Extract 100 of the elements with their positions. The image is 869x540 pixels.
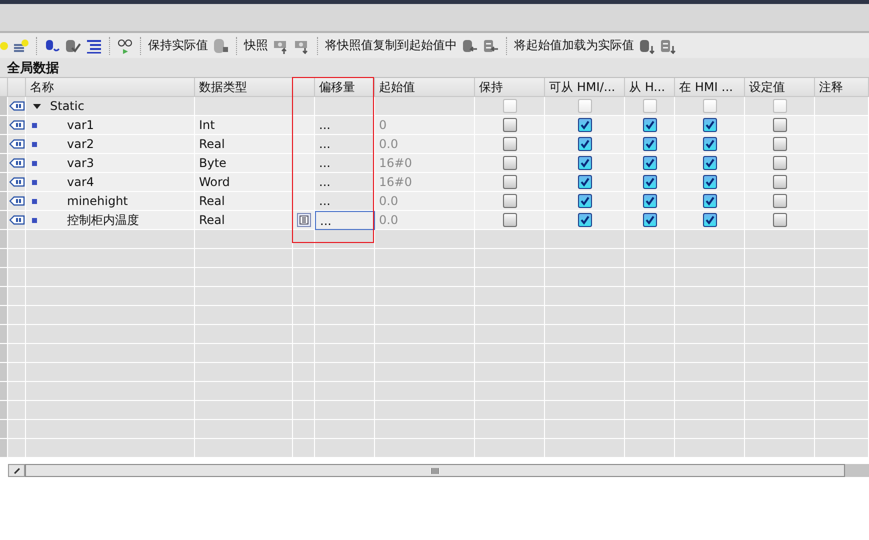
checkbox[interactable] (702, 156, 716, 170)
table-cell (625, 401, 675, 420)
table-cell[interactable]: ... (315, 116, 375, 135)
checkbox[interactable] (578, 194, 592, 208)
database-left-icon[interactable] (462, 38, 478, 54)
table-cell (315, 420, 375, 439)
column-header[interactable]: 保持 (475, 78, 545, 96)
checkbox[interactable] (772, 99, 786, 113)
add-row-icon[interactable] (13, 38, 29, 54)
database-down-icon[interactable] (639, 38, 655, 54)
checkbox[interactable] (502, 213, 516, 227)
checkbox[interactable] (702, 99, 716, 113)
database-down-icon[interactable] (660, 38, 676, 54)
table-cell[interactable]: ... (315, 211, 375, 230)
column-header[interactable]: 数据类型 (195, 78, 293, 96)
checkbox[interactable] (502, 99, 516, 113)
database-icon[interactable] (44, 38, 60, 54)
table-cell (745, 268, 815, 287)
checkbox[interactable] (642, 213, 656, 227)
checkbox[interactable] (578, 213, 592, 227)
checkbox[interactable] (502, 194, 516, 208)
checkbox[interactable] (702, 118, 716, 132)
toolbar-label[interactable]: 将快照值复制到起始值中 (325, 37, 457, 54)
checkbox[interactable] (578, 118, 592, 132)
table-cell[interactable] (315, 97, 375, 116)
table-cell (293, 439, 315, 458)
member-icon (32, 122, 37, 128)
block-title: 全局数据 (7, 60, 59, 76)
column-header[interactable]: 注释 (815, 78, 869, 96)
checkbox[interactable] (772, 175, 786, 189)
table-cell (745, 363, 815, 382)
checkbox[interactable] (702, 175, 716, 189)
database-check-icon[interactable] (65, 38, 81, 54)
checkbox[interactable] (578, 99, 592, 113)
table-cell (745, 344, 815, 363)
table-cell (315, 363, 375, 382)
checkbox[interactable] (578, 137, 592, 151)
table-cell (745, 439, 815, 458)
table-cell (475, 382, 545, 401)
table-cell (8, 439, 26, 458)
checkbox[interactable] (642, 156, 656, 170)
table-cell (625, 420, 675, 439)
column-header[interactable]: 可从 HMI/... (545, 78, 625, 96)
checkbox[interactable] (702, 194, 716, 208)
table-cell[interactable]: ... (315, 192, 375, 211)
checkbox[interactable] (642, 118, 656, 132)
table-cell (625, 287, 675, 306)
scroll-left-button[interactable] (8, 464, 25, 477)
checkbox[interactable] (578, 175, 592, 189)
column-header[interactable]: 偏移量 (315, 78, 375, 96)
table-cell (315, 344, 375, 363)
checkbox[interactable] (642, 137, 656, 151)
checkbox[interactable] (772, 156, 786, 170)
horizontal-scrollbar[interactable] (25, 464, 845, 477)
collapse-arrow[interactable] (32, 101, 42, 111)
checkbox[interactable] (772, 118, 786, 132)
checkbox[interactable] (502, 118, 516, 132)
table-cell (315, 439, 375, 458)
checkbox[interactable] (502, 175, 516, 189)
table-cell (625, 382, 675, 401)
table-cell (475, 306, 545, 325)
table-cell[interactable]: ... (315, 135, 375, 154)
member-icon (32, 142, 37, 146)
column-header[interactable]: 名称 (26, 78, 195, 96)
checkbox[interactable] (642, 175, 656, 189)
checkbox[interactable] (772, 194, 786, 208)
checkbox[interactable] (502, 156, 516, 170)
variable-name: minehight (67, 194, 128, 208)
list-button-icon[interactable] (296, 213, 310, 227)
checkbox[interactable] (772, 213, 786, 227)
table-cell (815, 344, 869, 363)
list-icon[interactable] (86, 38, 102, 54)
glasses-icon[interactable] (117, 38, 133, 54)
table-cell (815, 268, 869, 287)
table-cell[interactable]: ... (315, 173, 375, 192)
table-cell (315, 325, 375, 344)
column-header[interactable]: 从 H... (625, 78, 675, 96)
toolbar-label[interactable]: 快照 (244, 37, 268, 54)
toolbar-label[interactable]: 保持实际值 (148, 37, 208, 54)
database-left-icon[interactable] (483, 38, 499, 54)
table-cell (293, 401, 315, 420)
checkbox[interactable] (642, 99, 656, 113)
grip-icon[interactable] (431, 468, 439, 474)
column-header[interactable]: 起始值 (375, 78, 475, 96)
table-cell (675, 325, 745, 344)
table-cell (625, 249, 675, 268)
table-cell (8, 344, 26, 363)
column-header[interactable]: 设定值 (745, 78, 815, 96)
database-lock-icon[interactable] (213, 38, 229, 54)
checkbox[interactable] (642, 194, 656, 208)
table-cell (293, 325, 315, 344)
toolbar-label[interactable]: 将起始值加载为实际值 (514, 37, 634, 54)
column-header[interactable]: 在 HMI ... (675, 78, 745, 96)
table-cell[interactable]: ... (315, 154, 375, 173)
checkbox[interactable] (578, 156, 592, 170)
checkbox[interactable] (702, 137, 716, 151)
checkbox[interactable] (772, 137, 786, 151)
checkbox[interactable] (702, 213, 716, 227)
table-cell (625, 363, 675, 382)
checkbox[interactable] (502, 137, 516, 151)
